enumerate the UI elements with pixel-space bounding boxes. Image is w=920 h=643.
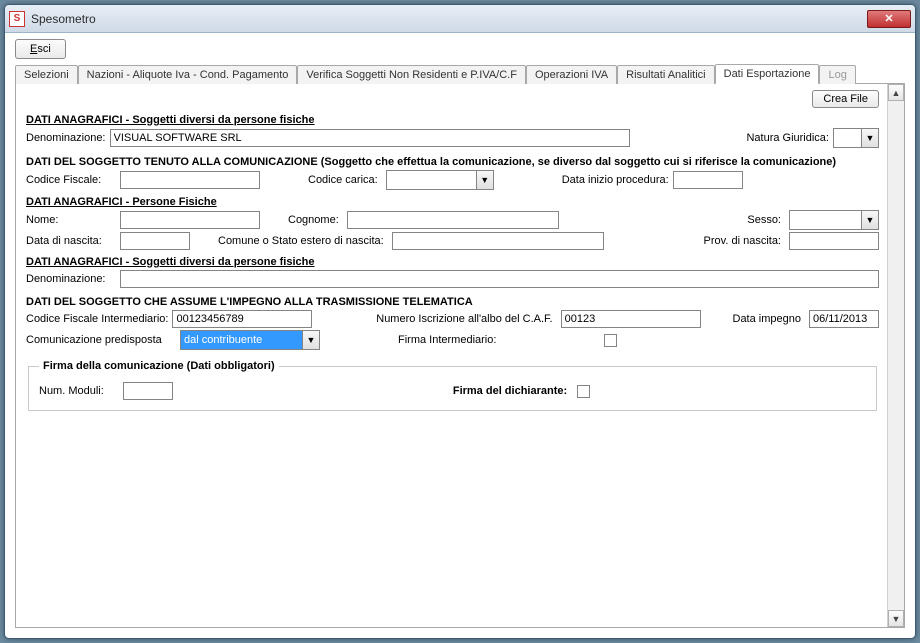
nome-input[interactable]: [120, 211, 260, 229]
firma-comunicazione-legend: Firma della comunicazione (Dati obbligat…: [39, 360, 279, 372]
scroll-up-arrow[interactable]: ▲: [888, 84, 904, 101]
codice-carica-combo[interactable]: ▼: [386, 170, 494, 190]
tab-operazioni-iva[interactable]: Operazioni IVA: [526, 65, 617, 84]
tab-nazioni[interactable]: Nazioni - Aliquote Iva - Cond. Pagamento: [78, 65, 298, 84]
data-inizio-label: Data inizio procedura:: [562, 174, 669, 186]
sesso-combo[interactable]: ▼: [789, 210, 879, 230]
prov-nascita-input[interactable]: [789, 232, 879, 250]
toolbar: Esci: [5, 33, 915, 63]
app-window: S Spesometro ✕ Esci Selezioni Nazioni - …: [4, 4, 916, 639]
cognome-input[interactable]: [347, 211, 559, 229]
denominazione-input[interactable]: [110, 129, 630, 147]
data-nascita-label: Data di nascita:: [26, 235, 116, 247]
chevron-down-icon[interactable]: ▼: [861, 128, 879, 148]
sesso-input[interactable]: [789, 210, 861, 230]
comunicazione-predisposta-label: Comunicazione predisposta: [26, 334, 176, 346]
num-moduli-label: Num. Moduli:: [39, 385, 119, 397]
tab-log[interactable]: Log: [819, 65, 855, 84]
content: Crea File DATI ANAGRAFICI - Soggetti div…: [16, 84, 887, 627]
tab-verifica[interactable]: Verifica Soggetti Non Residenti e P.IVA/…: [297, 65, 526, 84]
vertical-scrollbar[interactable]: ▲ ▼: [887, 84, 904, 627]
natura-giuridica-label: Natura Giuridica:: [746, 132, 829, 144]
denominazione2-input[interactable]: [120, 270, 879, 288]
comune-nascita-label: Comune o Stato estero di nascita:: [218, 235, 384, 247]
comunicazione-predisposta-combo[interactable]: ▼: [180, 330, 320, 350]
section-anagrafici-1-title: DATI ANAGRAFICI - Soggetti diversi da pe…: [26, 114, 879, 126]
firma-dichiarante-checkbox[interactable]: [577, 385, 590, 398]
titlebar: S Spesometro ✕: [5, 5, 915, 33]
chevron-down-icon[interactable]: ▼: [861, 210, 879, 230]
tab-selezioni[interactable]: Selezioni: [15, 65, 78, 84]
section-persone-fisiche-title: DATI ANAGRAFICI - Persone Fisiche: [26, 196, 879, 208]
num-moduli-input[interactable]: [123, 382, 173, 400]
cf-intermediario-label: Codice Fiscale Intermediario:: [26, 313, 168, 325]
chevron-down-icon[interactable]: ▼: [302, 330, 320, 350]
codice-fiscale-input[interactable]: [120, 171, 260, 189]
data-nascita-input[interactable]: [120, 232, 190, 250]
cognome-label: Cognome:: [288, 214, 339, 226]
firma-intermediario-checkbox[interactable]: [604, 334, 617, 347]
codice-carica-input[interactable]: [386, 170, 476, 190]
num-iscrizione-input[interactable]: [561, 310, 701, 328]
prov-nascita-label: Prov. di nascita:: [704, 235, 781, 247]
section-anagrafici-2-title: DATI ANAGRAFICI - Soggetti diversi da pe…: [26, 256, 879, 268]
codice-fiscale-label: Codice Fiscale:: [26, 174, 116, 186]
scroll-down-arrow[interactable]: ▼: [888, 610, 904, 627]
sesso-label: Sesso:: [747, 214, 781, 226]
data-impegno-input[interactable]: [809, 310, 879, 328]
natura-giuridica-combo[interactable]: ▼: [833, 128, 879, 148]
comunicazione-predisposta-input[interactable]: [180, 330, 302, 350]
close-button[interactable]: ✕: [867, 10, 911, 28]
firma-intermediario-label: Firma Intermediario:: [398, 334, 496, 346]
natura-giuridica-input[interactable]: [833, 128, 861, 148]
denominazione-label: Denominazione:: [26, 132, 106, 144]
tab-risultati[interactable]: Risultati Analitici: [617, 65, 714, 84]
cf-intermediario-input[interactable]: [172, 310, 312, 328]
firma-dichiarante-label: Firma del dichiarante:: [453, 385, 567, 397]
window-title: Spesometro: [31, 12, 867, 26]
comune-nascita-input[interactable]: [392, 232, 604, 250]
chevron-down-icon[interactable]: ▼: [476, 170, 494, 190]
section-tenuto-heading: DATI DEL SOGGETTO TENUTO ALLA COMUNICAZI…: [26, 156, 879, 168]
denominazione2-label: Denominazione:: [26, 273, 116, 285]
crea-file-button[interactable]: Crea File: [812, 90, 879, 108]
firma-comunicazione-fieldset: Firma della comunicazione (Dati obbligat…: [28, 360, 877, 411]
content-wrap: Crea File DATI ANAGRAFICI - Soggetti div…: [15, 84, 905, 628]
data-inizio-input[interactable]: [673, 171, 743, 189]
section-trasmissione-heading: DATI DEL SOGGETTO CHE ASSUME L'IMPEGNO A…: [26, 296, 879, 308]
tab-dati-esportazione[interactable]: Dati Esportazione: [715, 64, 820, 84]
data-impegno-label: Data impegno: [733, 313, 802, 325]
num-iscrizione-label: Numero Iscrizione all'albo del C.A.F.: [376, 313, 552, 325]
tab-bar: Selezioni Nazioni - Aliquote Iva - Cond.…: [15, 63, 905, 84]
codice-carica-label: Codice carica:: [308, 174, 378, 186]
nome-label: Nome:: [26, 214, 116, 226]
exit-button[interactable]: Esci: [15, 39, 66, 59]
app-icon: S: [9, 11, 25, 27]
